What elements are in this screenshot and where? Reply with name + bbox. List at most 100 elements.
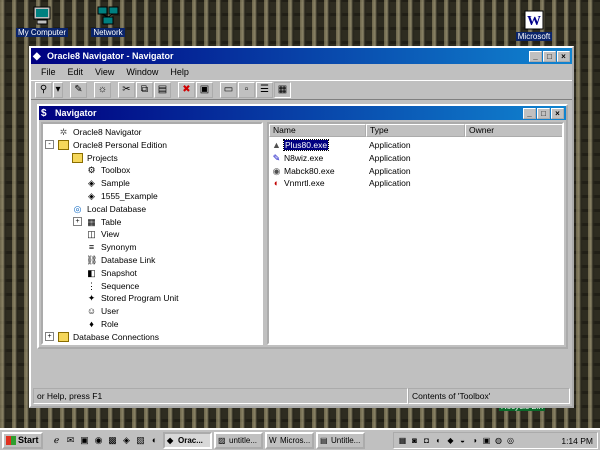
tree-item-label: Sample xyxy=(101,178,130,189)
tree-item[interactable]: ⚙ Toolbox xyxy=(73,164,130,176)
task-button-untitled-2[interactable]: ▤ Untitle... xyxy=(316,431,365,449)
menu-file[interactable]: File xyxy=(35,67,62,77)
app-icon-1[interactable]: ▩ xyxy=(106,433,119,447)
list-pane[interactable]: Name Type Owner ▲ Plus80.exe Application ✎ N… xyxy=(267,122,564,345)
tray-icon-8[interactable]: ▣ xyxy=(481,435,492,446)
large-icons-icon[interactable]: ▭ xyxy=(220,82,237,98)
database-icon: ◎ xyxy=(73,203,82,214)
tray-icon-2[interactable]: ◙ xyxy=(409,435,420,446)
role-icon: ♦ xyxy=(89,319,94,329)
tree-item-label: Role xyxy=(101,319,119,329)
app-icon-4[interactable]: ◐ xyxy=(148,433,161,447)
cut-icon[interactable]: ✂ xyxy=(118,82,135,98)
expand-icon[interactable]: + xyxy=(45,332,54,342)
oracle-task-icon: ◆ xyxy=(167,435,174,445)
tray-icon-9[interactable]: ◍ xyxy=(493,435,504,446)
desktop-icon-my-computer[interactable]: My Computer xyxy=(14,6,70,37)
tree-item[interactable]: ≡ Synonym xyxy=(73,241,137,253)
details-view-icon[interactable]: ▦ xyxy=(274,82,291,98)
tray-icon-3[interactable]: ◘ xyxy=(421,435,432,446)
column-header-name[interactable]: Name xyxy=(269,124,366,137)
channels-icon[interactable]: ◉ xyxy=(92,433,105,447)
task-button-untitled-1[interactable]: ▨ untitle... xyxy=(214,431,263,449)
column-header-type[interactable]: Type xyxy=(366,124,465,137)
tree-item[interactable]: ◈ 1555_Example xyxy=(73,190,158,202)
tree-item[interactable]: ✲ Oracle8 Navigator xyxy=(45,126,142,138)
list-item[interactable]: ◐ Vnmrtl.exe xyxy=(271,177,325,189)
task-button-oracle[interactable]: ◆ Orac... xyxy=(163,431,212,449)
navigator-titlebar[interactable]: $ Navigator _ □ × xyxy=(39,106,566,120)
small-icons-icon[interactable]: ▫ xyxy=(238,82,255,98)
desktop-icon-network[interactable]: Network xyxy=(80,6,136,37)
desktop-icon[interactable]: ▣ xyxy=(78,433,91,447)
list-item[interactable]: ▲ Plus80.exe xyxy=(271,139,330,151)
tree-item-label: View xyxy=(101,229,120,240)
tree-item[interactable]: ◈ Sample xyxy=(73,177,130,189)
paste-icon[interactable]: ▤ xyxy=(154,82,171,98)
tray-icon-10[interactable]: ◎ xyxy=(505,435,516,446)
app-icon-2[interactable]: ◈ xyxy=(120,433,133,447)
tree-item[interactable]: ◫ View xyxy=(73,228,119,240)
menu-view[interactable]: View xyxy=(89,67,120,77)
tree-item[interactable]: ♦ Role xyxy=(73,318,118,330)
app-icon-3[interactable]: ▧ xyxy=(134,433,147,447)
status-contents-text: Contents of 'Toolbox' xyxy=(408,388,570,404)
list-item[interactable]: ✎ N8wiz.exe xyxy=(271,152,324,164)
navigator-close-button[interactable]: × xyxy=(551,107,564,119)
tree-item[interactable]: ☺ User xyxy=(73,305,119,317)
app-titlebar[interactable]: ◆ Oracle8 Navigator - Navigator _ □ × xyxy=(31,48,572,64)
close-button[interactable]: × xyxy=(557,50,570,62)
tray-icon-5[interactable]: ◆ xyxy=(445,435,456,446)
app-window: ◆ Oracle8 Navigator - Navigator _ □ × Fi… xyxy=(29,46,574,408)
program-icon: ✦ xyxy=(87,293,96,304)
tray-icon-7[interactable]: ◑ xyxy=(469,435,480,446)
task-label: untitle... xyxy=(229,435,258,445)
collapse-icon[interactable]: - xyxy=(45,140,54,150)
column-header-owner[interactable]: Owner xyxy=(465,124,562,137)
list-view-icon[interactable]: ☰ xyxy=(256,82,273,98)
app-title: Oracle8 Navigator - Navigator xyxy=(47,51,174,61)
copy-icon[interactable]: ⧉ xyxy=(136,82,153,98)
tree-item[interactable]: ◧ Snapshot xyxy=(73,267,137,279)
oracle-app-icon[interactable]: ◆ xyxy=(33,51,44,62)
tree-item[interactable]: ⋮ Sequence xyxy=(73,280,139,292)
minimize-button[interactable]: _ xyxy=(529,50,542,62)
status-help-text: or Help, press F1 xyxy=(33,388,408,404)
tree-item[interactable]: ◎ Local Database xyxy=(59,203,147,215)
expand-icon[interactable]: + xyxy=(73,217,82,227)
stop-icon[interactable]: ▣ xyxy=(196,82,213,98)
desktop-icon-microsoft-word[interactable]: W Microsoft xyxy=(506,10,562,41)
tree-item-label: 1555_Example xyxy=(101,191,158,201)
list-item[interactable]: ◉ Mabck80.exe xyxy=(271,165,335,177)
tray-icon-1[interactable]: ▦ xyxy=(397,435,408,446)
clock[interactable]: 1:14 PM xyxy=(561,436,593,446)
new-icon[interactable]: ✎ xyxy=(70,82,87,98)
dropdown-icon[interactable]: ▾ xyxy=(53,82,63,98)
start-button[interactable]: Start xyxy=(2,431,43,449)
tree-item[interactable]: ⛓ Database Link xyxy=(73,254,155,266)
tray-icon-4[interactable]: ◐ xyxy=(433,435,444,446)
tree-item[interactable]: - Oracle8 Personal Edition xyxy=(45,139,167,151)
delete-icon[interactable]: ✖ xyxy=(178,82,195,98)
navigator-maximize-button[interactable]: □ xyxy=(537,107,550,119)
tree-item-label: Local Database xyxy=(87,203,147,214)
navigator-icon[interactable]: $ xyxy=(41,108,52,119)
task-button-microsoft[interactable]: W Micros... xyxy=(265,431,314,449)
menu-window[interactable]: Window xyxy=(120,67,164,77)
connect-icon[interactable]: ⚲ xyxy=(35,82,52,98)
menu-edit[interactable]: Edit xyxy=(62,67,90,77)
menu-bar: File Edit View Window Help xyxy=(31,64,572,80)
navigator-minimize-button[interactable]: _ xyxy=(523,107,536,119)
tree-item[interactable]: + Database Connections xyxy=(45,331,159,343)
outlook-icon[interactable]: ✉ xyxy=(64,433,77,447)
tree-item[interactable]: ✦ Stored Program Unit xyxy=(73,292,179,304)
maximize-button[interactable]: □ xyxy=(543,50,556,62)
ie-icon[interactable]: ℯ xyxy=(50,433,63,447)
tray-icon-6[interactable]: ◒ xyxy=(457,435,468,446)
tree-item[interactable]: + ▦ Table xyxy=(73,216,121,228)
properties-icon[interactable]: ☼ xyxy=(94,82,111,98)
tree-item[interactable]: Projects xyxy=(59,152,118,164)
tree-pane[interactable]: ✲ Oracle8 Navigator - Oracle8 Personal Edit… xyxy=(41,122,263,345)
table-icon: ▦ xyxy=(87,216,96,227)
menu-help[interactable]: Help xyxy=(164,67,195,77)
